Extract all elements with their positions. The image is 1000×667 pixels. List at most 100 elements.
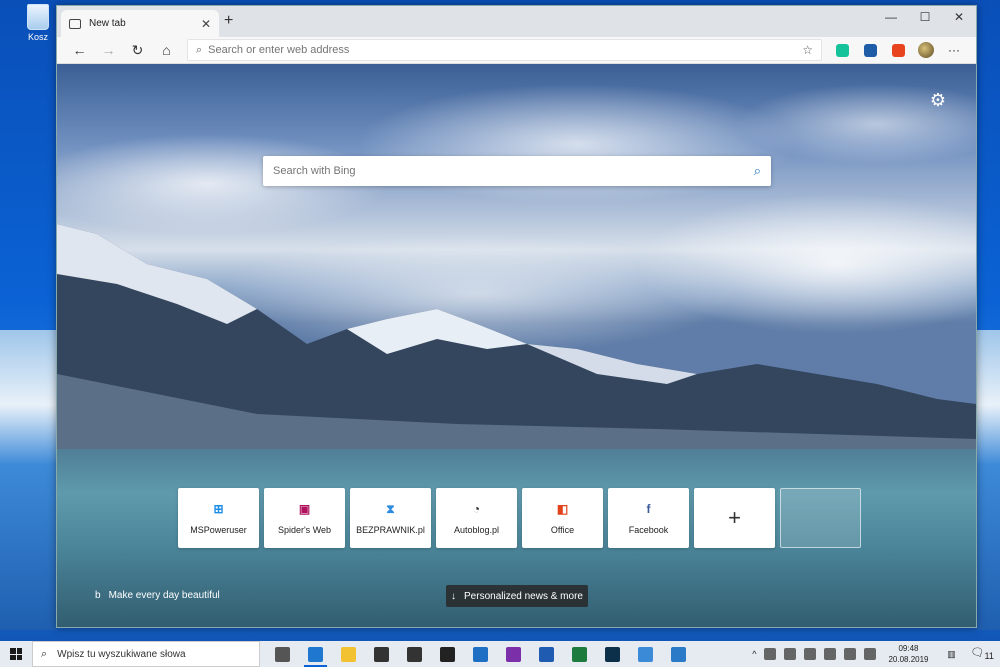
office-extension-icon[interactable] [884,43,912,57]
windows-logo-icon [10,648,22,660]
taskbar-search-placeholder: Wpisz tu wyszukiwane słowa [57,648,186,660]
autoblog-icon: ◔ [472,502,481,516]
notification-count: 11 [984,651,994,662]
grammarly-extension-icon[interactable] [828,43,856,57]
window-controls: — ☐ ✕ [874,6,976,28]
bing-tagline[interactable]: b Make every day beautiful [95,590,220,601]
tab-page-icon [69,18,81,29]
outlook-icon[interactable] [464,641,497,667]
word-icon[interactable] [530,641,563,667]
planner-glyph [671,646,686,662]
tile-label: MSPoweruser [190,525,247,535]
tile-facebook[interactable]: f Facebook [608,488,689,548]
mountain-range-image [57,224,976,454]
search-icon: ⌕ [196,43,203,56]
plus-icon: + [728,505,741,530]
chrome-icon[interactable] [629,641,662,667]
planner-icon[interactable] [662,641,695,667]
edge-icon[interactable] [299,641,332,667]
calendar-glyph [407,646,422,662]
home-button[interactable]: ⌂ [152,42,181,58]
top-sites: ⊞ MSPoweruser ▣ Spider's Web ⧗ BEZPRAWNI… [178,488,861,548]
refresh-button[interactable]: ↻ [123,42,152,59]
outlook-glyph [473,646,488,662]
chrome-glyph [638,646,653,662]
news-button-label: Personalized news & more [464,590,583,602]
clock[interactable]: 09:48 20.08.2019 [888,643,928,665]
hourglass-icon: ⧗ [386,501,395,516]
shield-tray-icon[interactable] [784,648,797,660]
tile-office[interactable]: ◧ Office [522,488,603,548]
onedrive-tray-icon[interactable] [824,648,837,660]
close-window-button[interactable]: ✕ [942,6,976,28]
network-tray-icon[interactable] [844,648,857,660]
tile-autoblog[interactable]: ◔ Autoblog.pl [436,488,517,548]
tab-close-icon[interactable]: ✕ [201,17,211,31]
browser-window: New tab ✕ + — ☐ ✕ ← → ↻ ⌂ ⌕ ☆ ··· [56,5,977,628]
back-button[interactable]: ← [65,42,94,58]
bing-logo-icon: b [95,590,101,601]
system-tray: ^ 09:48 20.08.2019 ▥ 🗨11 [752,643,1000,665]
mail-icon[interactable] [365,641,398,667]
arrow-down-icon: ↓ [451,590,457,602]
bing-search-input[interactable] [273,165,754,177]
tab-title: New tab [89,18,126,29]
volume-tray-icon[interactable] [864,648,877,660]
photoshop-glyph [605,646,620,662]
tile-label: Spider's Web [277,525,332,535]
onenote-icon[interactable] [497,641,530,667]
profile-avatar[interactable] [912,42,940,58]
bing-tagline-text: Make every day beautiful [108,590,220,601]
tile-label: Autoblog.pl [453,525,500,535]
word-glyph [539,646,554,662]
people-icon[interactable] [431,641,464,667]
address-bar[interactable]: ⌕ ☆ [187,39,822,61]
task-view-icon[interactable] [266,641,299,667]
input-language-icon[interactable]: ▥ [941,644,963,664]
photoshop-icon[interactable] [596,641,629,667]
new-tab-page: ⚙ ⌕ ⊞ MSPoweruser ▣ Spider's Web ⧗ BEZPR… [57,64,976,627]
facebook-icon: f [646,502,651,516]
clock-date: 20.08.2019 [888,655,929,664]
trash-icon [27,4,49,30]
maximize-button[interactable]: ☐ [908,6,942,28]
recycle-bin-label: Kosz [27,32,48,42]
forward-button[interactable]: → [94,42,123,58]
tile-label: Facebook [628,525,669,535]
minimize-button[interactable]: — [874,6,908,28]
onenote-glyph [506,646,521,662]
tile-mspoweruser[interactable]: ⊞ MSPoweruser [178,488,259,548]
add-site-tile[interactable]: + [694,488,775,548]
start-button[interactable] [0,641,32,667]
taskbar-search[interactable]: ⌕ Wpisz tu wyszukiwane słowa [32,641,260,667]
tile-spiders-web[interactable]: ▣ Spider's Web [264,488,345,548]
address-input[interactable] [208,44,803,56]
tab-new-tab[interactable]: New tab ✕ [61,10,219,37]
power-tray-icon[interactable] [804,648,817,660]
mail-glyph [374,646,389,662]
recycle-bin-icon[interactable]: Kosz [18,4,58,42]
new-tab-button[interactable]: + [224,12,233,30]
favorite-star-icon[interactable]: ☆ [802,43,813,57]
taskbar: ⌕ Wpisz tu wyszukiwane słowa ^ 09:48 20.… [0,641,1000,667]
clock-time: 09:48 [898,644,919,653]
chevron-up-icon[interactable]: ^ [752,649,756,659]
file-explorer-glyph [341,646,356,662]
calendar-icon[interactable] [398,641,431,667]
tile-bezprawnik[interactable]: ⧗ BEZPRAWNIK.pl [350,488,431,548]
notification-center-icon[interactable]: 🗨11 [971,646,994,661]
search-icon: ⌕ [41,647,48,660]
telegram-tray-icon[interactable] [764,648,777,660]
office-icon: ◧ [556,502,569,516]
shield-extension-icon[interactable] [856,43,884,57]
more-menu-button[interactable]: ··· [940,43,968,57]
search-icon[interactable]: ⌕ [754,163,761,179]
tile-label: BEZPRAWNIK.pl [356,525,425,535]
personalized-news-button[interactable]: ↓ Personalized news & more [446,585,588,607]
file-explorer-icon[interactable] [332,641,365,667]
bing-search-box[interactable]: ⌕ [263,156,771,186]
excel-glyph [572,646,587,662]
tile-label: Office [550,525,575,535]
settings-gear-icon[interactable]: ⚙ [930,90,946,111]
excel-icon[interactable] [563,641,596,667]
